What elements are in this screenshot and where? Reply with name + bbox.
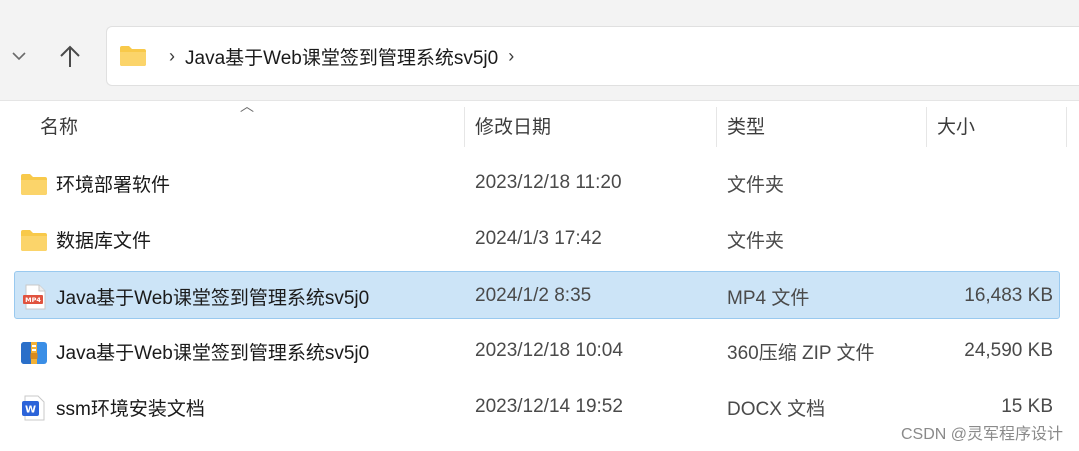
sort-ascending-icon: ︿	[240, 98, 254, 114]
column-divider[interactable]	[464, 107, 465, 147]
breadcrumb-current-folder[interactable]: Java基于Web课堂签到管理系统sv5j0	[185, 43, 498, 70]
column-divider[interactable]	[926, 107, 927, 147]
file-modified-date: 2023/12/14 19:52	[475, 396, 623, 417]
file-row-selected[interactable]: MP4 Java基于Web课堂签到管理系统sv5j0 2024/1/2 8:35…	[14, 271, 1060, 319]
up-button[interactable]	[54, 40, 86, 74]
file-name: 环境部署软件	[56, 174, 171, 196]
address-bar[interactable]: › Java基于Web课堂签到管理系统sv5j0 ›	[106, 26, 1079, 86]
breadcrumb-chevron-icon[interactable]: ›	[169, 47, 175, 65]
svg-text:MP4: MP4	[25, 296, 41, 304]
arrow-up-icon	[60, 45, 80, 67]
file-type: 文件夹	[727, 230, 785, 252]
file-modified-date: 2024/1/3 17:42	[475, 228, 602, 249]
file-name: ssm环境安装文档	[56, 398, 205, 420]
file-type: DOCX 文档	[727, 398, 826, 420]
breadcrumb-chevron-icon[interactable]: ›	[508, 47, 514, 65]
svg-text:W: W	[25, 405, 36, 416]
column-header-size[interactable]: 大小	[937, 101, 1057, 149]
zip-archive-icon	[21, 342, 47, 364]
file-modified-date: 2024/1/2 8:35	[475, 285, 592, 306]
recent-locations-button[interactable]	[8, 45, 30, 67]
file-size	[937, 215, 1053, 263]
file-size: 16,483 KB	[964, 285, 1053, 306]
folder-icon	[21, 230, 47, 251]
mp4-file-icon: MP4	[23, 284, 46, 310]
file-name: Java基于Web课堂签到管理系统sv5j0	[56, 342, 370, 364]
file-type: 文件夹	[727, 174, 785, 196]
docx-file-icon: W	[22, 395, 45, 421]
file-modified-date: 2023/12/18 11:20	[475, 172, 622, 193]
column-header-modified[interactable]: 修改日期	[475, 101, 710, 149]
file-row[interactable]: Java基于Web课堂签到管理系统sv5j0 2023/12/18 10:04 …	[14, 327, 1060, 375]
chevron-down-icon	[12, 52, 26, 61]
folder-icon	[21, 174, 47, 195]
file-type: 360压缩 ZIP 文件	[727, 342, 875, 364]
column-header-type[interactable]: 类型	[727, 101, 917, 149]
file-row[interactable]: 环境部署软件 2023/12/18 11:20 文件夹	[14, 159, 1060, 207]
watermark: CSDN @灵军程序设计	[900, 426, 1063, 443]
navigation-bar: › Java基于Web课堂签到管理系统sv5j0 ›	[0, 0, 1079, 101]
file-size	[937, 159, 1053, 207]
column-headers: 名称 修改日期 类型 大小	[0, 101, 1079, 149]
file-name: Java基于Web课堂签到管理系统sv5j0	[56, 287, 370, 309]
folder-icon	[120, 46, 146, 66]
file-row[interactable]: 数据库文件 2024/1/3 17:42 文件夹	[14, 215, 1060, 263]
file-modified-date: 2023/12/18 10:04	[475, 340, 623, 361]
file-type: MP4 文件	[727, 287, 810, 309]
column-divider[interactable]	[1066, 107, 1067, 147]
column-divider[interactable]	[716, 107, 717, 147]
file-name: 数据库文件	[56, 230, 152, 252]
file-size: 24,590 KB	[964, 340, 1053, 361]
